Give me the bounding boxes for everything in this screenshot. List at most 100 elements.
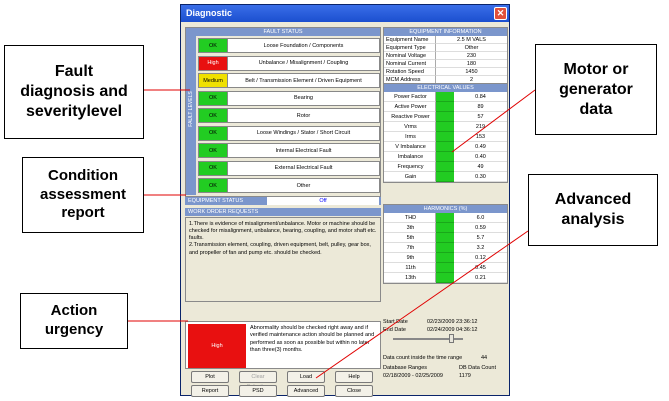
callout-advanced-analysis: Advanced analysis: [528, 174, 658, 246]
row-value: 89: [454, 102, 507, 112]
callout-fault-text: Fault diagnosis and severitylevel: [20, 63, 128, 120]
data-count-value: 44: [481, 355, 488, 361]
row-label: 9th: [384, 253, 436, 263]
row-label: Equipment Type: [384, 44, 436, 52]
table-row: Reactive Power 57: [384, 112, 507, 122]
callout-motor-data: Motor or generator data: [535, 44, 657, 135]
row-label: Nominal Current: [384, 60, 436, 68]
db-ranges-label: Database Ranges: [383, 365, 428, 371]
table-row: 9th 0.12: [384, 253, 507, 263]
row-label: Nominal Voltage: [384, 52, 436, 60]
fault-row[interactable]: OK External Electrical Fault: [198, 160, 380, 176]
row-label: 5th: [384, 233, 436, 243]
table-row: Irms 153: [384, 132, 507, 142]
close-icon[interactable]: ✕: [494, 7, 507, 20]
row-label: 11th: [384, 263, 436, 273]
end-date-label: End Date: [383, 327, 406, 333]
table-row: V Imbalance 0.49: [384, 142, 507, 152]
fault-row[interactable]: OK Bearing: [198, 90, 380, 106]
fault-severity-badge: OK: [198, 125, 228, 141]
fault-row[interactable]: OK Internal Electrical Fault: [198, 143, 380, 158]
row-value: 219: [454, 122, 507, 132]
fault-severity-badge: OK: [198, 143, 228, 158]
work-order-text[interactable]: 1.There is evidence of misalignment/unba…: [185, 217, 381, 302]
row-value: 3.2: [454, 243, 507, 253]
row-value: 0.49: [454, 142, 507, 152]
row-label: V Imbalance: [384, 142, 436, 152]
time-range-slider-thumb[interactable]: [449, 334, 454, 343]
electrical-values-header: ELECTRICAL VALUES: [384, 84, 507, 92]
db-count-value: 1179: [459, 373, 471, 379]
table-row: Power Factor 0.84: [384, 92, 507, 102]
callout-fault-diagnosis: Fault diagnosis and severitylevel: [4, 45, 144, 139]
table-row: Rotation Speed 1450: [384, 68, 507, 76]
start-date-label: Start Date: [383, 319, 408, 325]
db-range-value: 02/18/2009 - 02/25/2009: [383, 373, 443, 379]
value-indicator: [436, 162, 454, 172]
electrical-values-table: ELECTRICAL VALUES Power Factor 0.84 Active…: [383, 83, 508, 183]
work-order-header: WORK ORDER REQUESTS: [185, 208, 381, 216]
end-date-value: 02/24/2009 04:36:12: [427, 327, 478, 333]
equipment-info-table: EQUIPMENT INFORMATION Equipment Name 2.5 …: [383, 27, 508, 85]
value-indicator: [436, 243, 454, 253]
db-count-label: DB Data Count: [459, 365, 496, 371]
row-value: 153: [454, 132, 507, 142]
row-value: 0.84: [454, 92, 507, 102]
row-value: 0.59: [454, 223, 507, 233]
callout-motor-text: Motor or generator data: [559, 60, 633, 118]
fault-row[interactable]: OK Loose Foundation / Components: [198, 38, 380, 53]
title-bar: Diagnostic ✕: [181, 5, 509, 22]
row-value: 180: [436, 60, 507, 68]
row-value: 0.30: [454, 172, 507, 182]
fault-row[interactable]: OK Loose Windings / Stator / Short Circui…: [198, 125, 380, 141]
fault-row[interactable]: OK Other: [198, 178, 380, 193]
row-label: Rotation Speed: [384, 68, 436, 76]
table-row: Imbalance 0.40: [384, 152, 507, 162]
row-value: 230: [436, 52, 507, 60]
start-date-value: 02/23/2009 23:36:12: [427, 319, 478, 325]
fault-name: Loose Foundation / Components: [228, 38, 380, 53]
callout-condition-text: Condition assessment report: [40, 166, 126, 222]
table-row: THD 6.0: [384, 213, 507, 223]
table-row: Frequency 49: [384, 162, 507, 172]
fault-row[interactable]: OK Rotor: [198, 108, 380, 123]
help-button[interactable]: Help: [335, 371, 373, 383]
report-button[interactable]: Report: [191, 385, 229, 397]
table-row: 5th 5.7: [384, 233, 507, 243]
callout-condition-assessment: Condition assessment report: [22, 157, 144, 233]
value-indicator: [436, 213, 454, 223]
fault-name: Other: [228, 178, 380, 193]
row-value: 5.7: [454, 233, 507, 243]
row-value: 49: [454, 162, 507, 172]
load-button[interactable]: Load: [287, 371, 325, 383]
fault-name: Loose Windings / Stator / Short Circuit: [228, 125, 380, 141]
value-indicator: [436, 122, 454, 132]
fault-status-panel: FAULT STATUS FAULT LEVELS OK Loose Founda…: [185, 27, 381, 197]
fault-row[interactable]: Medium Belt / Transmission Element / Driv…: [198, 73, 380, 88]
table-row: 7th 3.2: [384, 243, 507, 253]
advanced-button[interactable]: Advanced: [287, 385, 325, 397]
row-label: THD: [384, 213, 436, 223]
plot-button[interactable]: Plot: [191, 371, 229, 383]
psd-button[interactable]: PSD: [239, 385, 277, 397]
fault-name: Belt / Transmission Element / Driven Equ…: [228, 73, 380, 88]
fault-levels-sidebar: FAULT LEVELS: [186, 36, 196, 195]
row-label: 7th: [384, 243, 436, 253]
value-indicator: [436, 223, 454, 233]
value-indicator: [436, 112, 454, 122]
row-label: Frequency: [384, 162, 436, 172]
table-row: Nominal Voltage 230: [384, 52, 507, 60]
close-button[interactable]: Close: [335, 385, 373, 397]
harmonics-header: HARMONICS (%): [384, 205, 507, 213]
row-value: 0.21: [454, 273, 507, 283]
table-row: Nominal Current 180: [384, 60, 507, 68]
table-row: Equipment Name 2.5 M VALS: [384, 36, 507, 44]
row-label: Reactive Power: [384, 112, 436, 122]
fault-row[interactable]: High Unbalance / Misalignment / Coupling: [198, 55, 380, 71]
figure-canvas: Fault diagnosis and severitylevel Condit…: [0, 0, 669, 401]
fault-levels-label: FAULT LEVELS: [188, 91, 194, 127]
clear-selection-button[interactable]: Clear Selection: [239, 371, 277, 390]
table-row: 3th 0.59: [384, 223, 507, 233]
table-row: Equipment Type Other: [384, 44, 507, 52]
diagnostic-window: Diagnostic ✕ FAULT STATUS FAULT LEVELS O…: [180, 4, 510, 397]
